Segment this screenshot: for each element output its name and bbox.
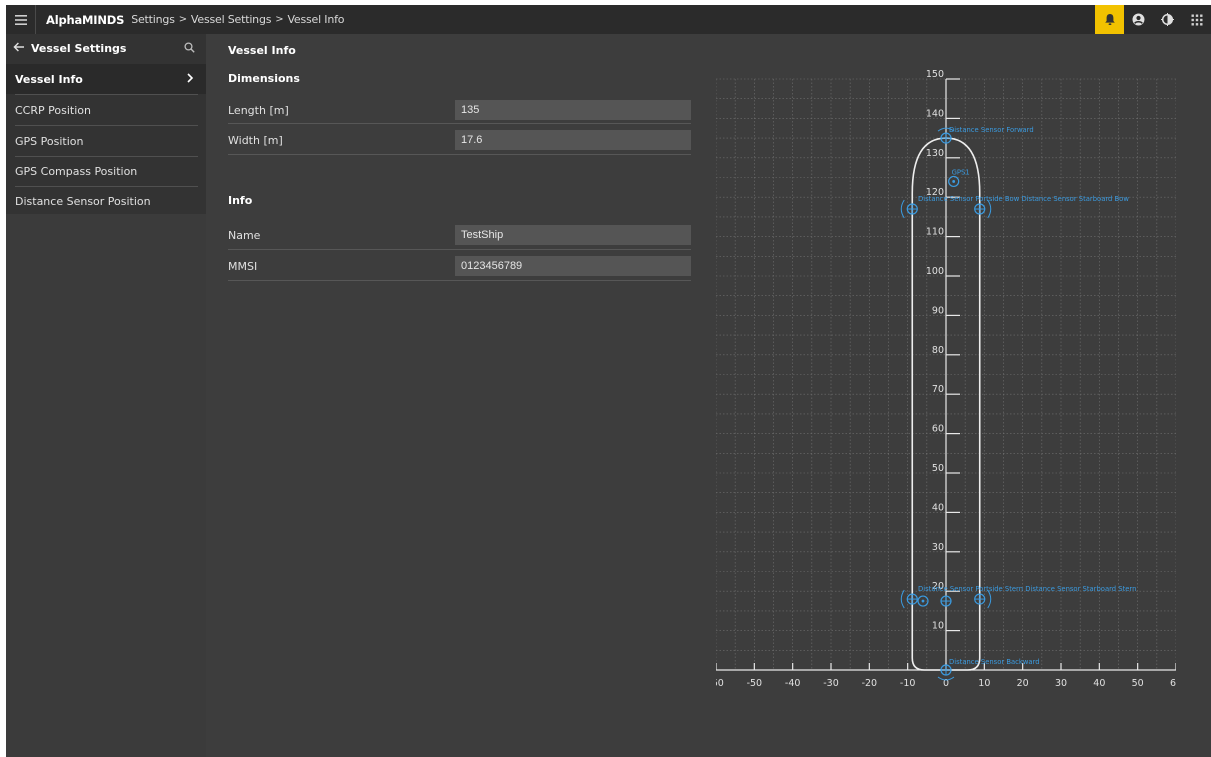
x-tick-label: 50 [1132,678,1144,689]
y-tick-label: 90 [932,305,944,316]
y-tick-label: 110 [926,227,944,238]
info-heading: Info [228,194,253,207]
sensor-beam-icon [900,589,905,609]
chevron-right-icon: > [178,14,187,25]
x-tick-label: -60 [716,678,724,689]
sensor-beam-icon [900,199,905,219]
marker-stern-point [940,595,952,607]
marker-label: Distance Sensor Portside Stern Distance … [918,585,1136,593]
page-title: Vessel Info [228,44,296,57]
x-tick-label: 30 [1055,678,1067,689]
mmsi-label: MMSI [228,260,258,273]
divider [228,154,691,155]
menu-button[interactable] [6,5,36,34]
breadcrumb-item-vessel-settings[interactable]: Vessel Settings [191,13,272,26]
mmsi-field[interactable] [455,256,691,276]
search-icon[interactable] [184,42,195,53]
length-label: Length [m] [228,104,289,117]
sidebar-item-label: GPS Position [15,135,84,148]
y-tick-label: 50 [932,463,944,474]
sidebar-item-vessel-info[interactable]: Vessel Info [6,64,206,94]
y-tick-label: 150 [926,69,944,80]
apps-grid-icon [1191,14,1202,25]
sidebar-item-label: CCRP Position [15,104,91,117]
name-label: Name [228,229,261,242]
marker-distance-sensor-backward: Distance Sensor Backward [937,658,1040,681]
gps-marker-dot [952,180,956,183]
gps-marker-dot [921,599,925,603]
marker-label: GPS1 [952,168,970,176]
y-tick-label: 100 [926,266,944,277]
chevron-right-icon: > [275,14,284,25]
x-tick-label: -10 [900,678,916,689]
y-tick-label: 30 [932,542,944,553]
sidebar-item-label: GPS Compass Position [15,165,138,178]
x-tick-label: 40 [1093,678,1105,689]
sidebar-item-gps-compass-position[interactable]: GPS Compass Position [6,156,206,186]
sidebar-title: Vessel Settings [31,42,127,55]
y-tick-label: 10 [932,621,944,632]
theme-icon [1161,13,1174,26]
y-tick-label: 40 [932,502,944,513]
length-field[interactable] [455,100,691,120]
marker-distance-sensor-forward: Distance Sensor Forward [937,126,1034,144]
y-tick-label: 80 [932,345,944,356]
breadcrumb-item-settings[interactable]: Settings [131,13,175,26]
sidebar-item-label: Vessel Info [15,73,83,86]
divider [228,123,691,124]
marker-label: Distance Sensor Portside Bow Distance Se… [918,195,1129,203]
divider [228,280,691,281]
apps-button[interactable] [1182,5,1211,34]
x-tick-label: 10 [978,678,990,689]
x-tick-label: -40 [785,678,801,689]
brand-name[interactable]: AlphaMINDS [46,13,124,27]
y-tick-label: 70 [932,384,944,395]
menu-icon [14,14,27,25]
x-tick-label: 20 [1017,678,1029,689]
top-bar: AlphaMINDS Settings > Vessel Settings > … [6,5,1211,34]
bell-icon [1104,14,1115,25]
marker-distance-sensor-portside-stern [900,589,918,609]
sidebar-background [6,214,206,757]
x-tick-label: -30 [823,678,839,689]
sidebar-item-label: Distance Sensor Position [15,195,151,208]
marker-gps1: GPS1 [948,168,970,188]
y-tick-label: 130 [926,148,944,159]
marker-distance-sensor-starboard-stern: Distance Sensor Portside Stern Distance … [918,585,1136,609]
chevron-right-icon [187,73,194,83]
y-tick-label: 140 [926,108,944,119]
vessel-chart-svg: -60-50-40-30-20-100102030405060102030405… [708,69,1182,689]
notifications-button[interactable] [1095,5,1124,34]
sidebar-item-distance-sensor-position[interactable]: Distance Sensor Position [6,186,206,216]
y-tick-label: 60 [932,424,944,435]
main-content: Vessel Info Dimensions Length [m] Width … [206,34,1211,757]
account-icon [1132,13,1145,26]
breadcrumb-item-vessel-info: Vessel Info [287,13,345,26]
name-field[interactable] [455,225,691,245]
width-label: Width [m] [228,134,283,147]
dimensions-heading: Dimensions [228,72,300,85]
vessel-diagram[interactable]: -60-50-40-30-20-100102030405060102030405… [708,69,1182,689]
marker-ccrp [917,595,929,607]
marker-label: Distance Sensor Forward [949,126,1034,134]
app-window: AlphaMINDS Settings > Vessel Settings > … [6,5,1211,757]
marker-distance-sensor-starboard-bow: Distance Sensor Portside Bow Distance Se… [918,195,1129,219]
arrow-left-icon[interactable] [13,41,25,53]
theme-toggle-button[interactable] [1153,5,1182,34]
top-bar-actions [1095,5,1211,34]
sidebar-item-ccrp-position[interactable]: CCRP Position [6,95,206,125]
marker-label: Distance Sensor Backward [949,658,1040,666]
sidebar-header: Vessel Settings [6,34,206,64]
width-field[interactable] [455,130,691,150]
marker-distance-sensor-portside-bow [900,199,918,219]
account-button[interactable] [1124,5,1153,34]
sidebar: Vessel Settings Vessel Info CCRP Positio… [6,34,206,757]
divider [228,249,691,250]
x-tick-label: -20 [862,678,878,689]
breadcrumb: AlphaMINDS Settings > Vessel Settings > … [46,13,344,27]
x-tick-label: -50 [747,678,763,689]
x-tick-label: 60 [1170,678,1176,689]
sidebar-item-gps-position[interactable]: GPS Position [6,126,206,156]
